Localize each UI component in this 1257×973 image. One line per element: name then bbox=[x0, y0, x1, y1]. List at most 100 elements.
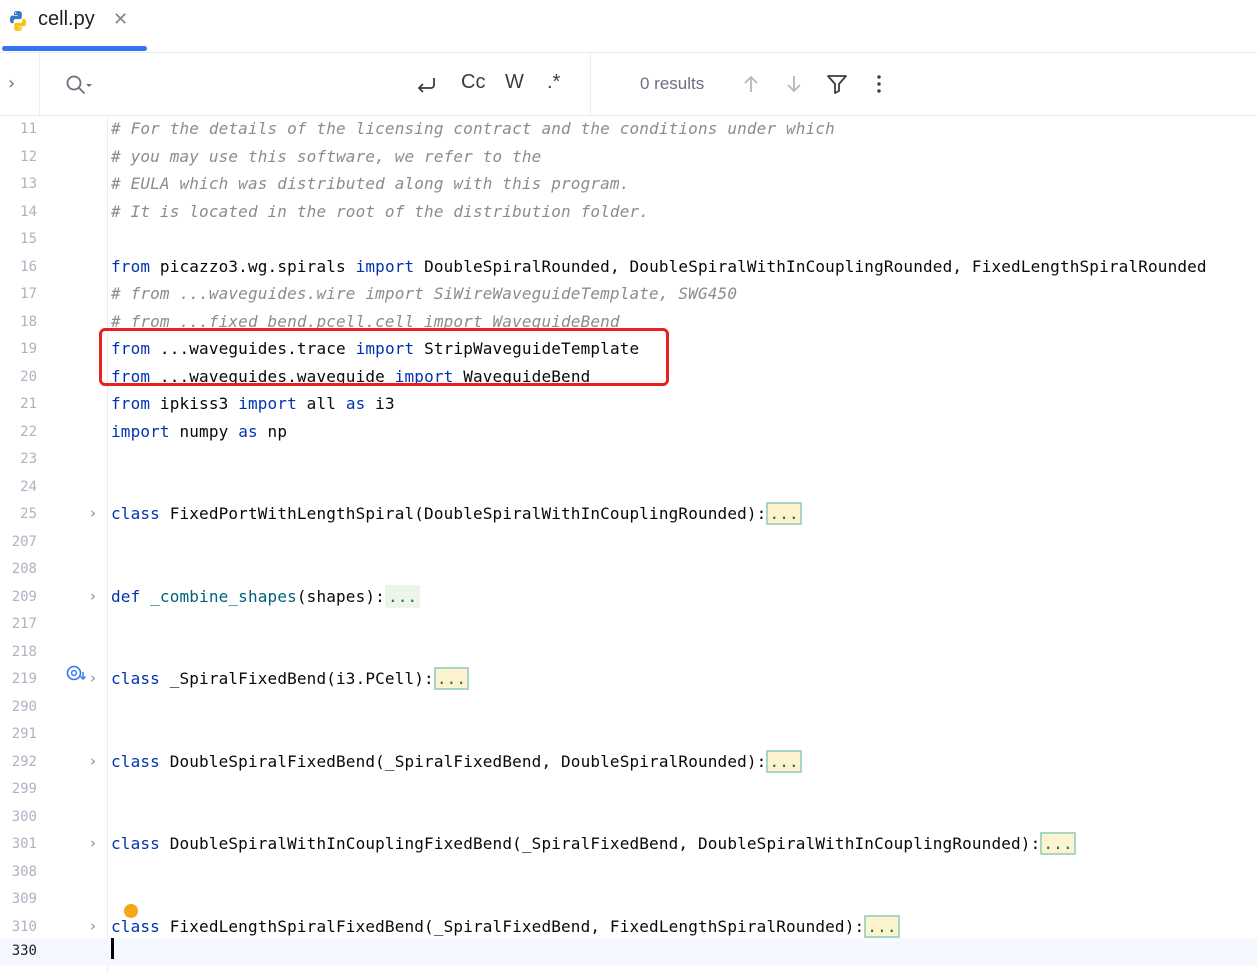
code-text: class FixedPortWithLengthSpiral(DoubleSp… bbox=[111, 502, 802, 525]
line-number: 21 bbox=[20, 396, 37, 412]
code-line[interactable]: 208 bbox=[0, 556, 1257, 584]
code-line[interactable]: 209 › def _combine_shapes(shapes):... bbox=[0, 584, 1257, 612]
find-bar: › Cc W .* 0 results bbox=[0, 53, 1257, 116]
code-line[interactable]: 301 › class DoubleSpiralWithInCouplingFi… bbox=[0, 831, 1257, 859]
search-results-count: 0 results bbox=[640, 74, 705, 93]
code-line[interactable]: 25 › class FixedPortWithLengthSpiral(Dou… bbox=[0, 501, 1257, 529]
code-editor[interactable]: 11 # For the details of the licensing co… bbox=[0, 116, 1257, 973]
line-number: 301 bbox=[11, 836, 37, 852]
search-input[interactable] bbox=[100, 69, 404, 101]
next-occurrence-arrow-down-icon[interactable] bbox=[782, 72, 806, 96]
code-text: # It is located in the root of the distr… bbox=[111, 201, 650, 221]
search-history-icon[interactable] bbox=[64, 73, 96, 97]
folded-region[interactable]: ... bbox=[1040, 832, 1076, 855]
code-text: def _combine_shapes(shapes):... bbox=[111, 584, 421, 608]
tab-title: cell.py bbox=[38, 8, 95, 30]
expand-replace-chevron-icon[interactable]: › bbox=[8, 73, 15, 94]
code-line[interactable]: 16 from picazzo3.wg.spirals import Doubl… bbox=[0, 254, 1257, 282]
fold-chevron-icon[interactable]: › bbox=[90, 752, 96, 770]
code-line[interactable]: 308 bbox=[0, 859, 1257, 887]
line-number: 308 bbox=[11, 863, 37, 880]
line-number: 207 bbox=[11, 533, 37, 550]
line-number: 14 bbox=[20, 203, 37, 220]
code-line[interactable]: 11 # For the details of the licensing co… bbox=[0, 116, 1257, 144]
code-line[interactable]: 290 bbox=[0, 694, 1257, 722]
intention-bulb-icon[interactable] bbox=[124, 904, 138, 918]
red-annotation-box bbox=[99, 328, 669, 386]
is-subclassed-icon[interactable] bbox=[66, 664, 88, 684]
code-line[interactable]: 300 bbox=[0, 804, 1257, 832]
line-number: 11 bbox=[20, 121, 37, 137]
code-line[interactable]: 217 bbox=[0, 611, 1257, 639]
code-line[interactable]: 24 bbox=[0, 474, 1257, 502]
fold-chevron-icon[interactable]: › bbox=[90, 834, 96, 852]
folded-region[interactable]: ... bbox=[384, 584, 421, 608]
line-number: 292 bbox=[11, 753, 37, 770]
match-case-toggle[interactable]: Cc bbox=[461, 71, 485, 94]
code-text: # you may use this software, we refer to… bbox=[111, 146, 542, 166]
code-line[interactable]: 13 # EULA which was distributed along wi… bbox=[0, 171, 1257, 199]
fold-chevron-icon[interactable]: › bbox=[90, 917, 96, 935]
line-number: 208 bbox=[11, 561, 37, 577]
divider bbox=[39, 53, 40, 115]
code-text: from picazzo3.wg.spirals import DoubleSp… bbox=[111, 256, 1207, 276]
code-line[interactable]: 14 # It is located in the root of the di… bbox=[0, 199, 1257, 227]
code-line[interactable]: 218 bbox=[0, 639, 1257, 667]
line-number: 330 bbox=[11, 943, 37, 959]
code-text: from ipkiss3 import all as i3 bbox=[111, 394, 395, 413]
line-number: 22 bbox=[20, 423, 37, 440]
line-number: 19 bbox=[20, 341, 37, 357]
divider bbox=[590, 53, 591, 115]
whole-words-toggle[interactable]: W bbox=[505, 71, 524, 94]
line-number: 15 bbox=[20, 231, 37, 247]
line-number: 24 bbox=[20, 478, 37, 495]
line-number: 218 bbox=[11, 643, 37, 660]
line-number: 17 bbox=[20, 286, 37, 302]
code-line[interactable]: 21 from ipkiss3 import all as i3 bbox=[0, 391, 1257, 419]
line-number: 217 bbox=[11, 616, 37, 632]
code-line[interactable]: 17 # from ...waveguides.wire import SiWi… bbox=[0, 281, 1257, 309]
close-tab-icon[interactable]: ✕ bbox=[113, 9, 128, 30]
code-line[interactable]: 310 › class FixedLengthSpiralFixedBend(_… bbox=[0, 914, 1257, 942]
code-line[interactable]: 22 import numpy as np bbox=[0, 419, 1257, 447]
code-line[interactable]: 291 bbox=[0, 721, 1257, 749]
code-line[interactable]: 292 › class DoubleSpiralFixedBend(_Spira… bbox=[0, 749, 1257, 777]
current-code-line[interactable]: 330 bbox=[0, 938, 1257, 966]
line-number: 290 bbox=[11, 698, 37, 715]
folded-region[interactable]: ... bbox=[433, 667, 470, 690]
code-line[interactable]: 299 bbox=[0, 776, 1257, 804]
previous-occurrence-arrow-up-icon[interactable] bbox=[739, 72, 763, 96]
line-number: 299 bbox=[11, 781, 37, 797]
code-text: # from ...waveguides.wire import SiWireW… bbox=[111, 284, 738, 303]
line-number: 12 bbox=[20, 148, 37, 165]
folded-region[interactable]: ... bbox=[766, 749, 802, 773]
code-line[interactable]: 12 # you may use this software, we refer… bbox=[0, 144, 1257, 172]
code-line[interactable]: 15 bbox=[0, 226, 1257, 254]
fold-chevron-icon[interactable]: › bbox=[90, 504, 96, 522]
folded-region[interactable]: ... bbox=[864, 914, 900, 938]
python-file-icon bbox=[9, 11, 27, 31]
fold-chevron-icon[interactable]: › bbox=[90, 587, 96, 605]
filter-icon[interactable] bbox=[825, 72, 849, 96]
code-text: class _SpiralFixedBend(i3.PCell):... bbox=[111, 667, 470, 690]
line-number: 25 bbox=[20, 506, 37, 522]
line-number: 309 bbox=[11, 891, 37, 907]
tab-cell-py[interactable]: cell.py ✕ bbox=[0, 0, 147, 52]
fold-chevron-icon[interactable]: › bbox=[90, 669, 96, 687]
code-text: # For the details of the licensing contr… bbox=[111, 119, 835, 138]
folded-region[interactable]: ... bbox=[766, 502, 802, 525]
code-text: import numpy as np bbox=[111, 421, 288, 441]
code-line[interactable]: 219 › class _SpiralFixedBend(i3.PCell):.… bbox=[0, 666, 1257, 694]
line-number: 219 bbox=[11, 671, 37, 687]
regex-toggle[interactable]: .* bbox=[547, 71, 560, 94]
code-line[interactable]: 23 bbox=[0, 446, 1257, 474]
line-number: 18 bbox=[20, 313, 37, 330]
code-line[interactable]: 207 bbox=[0, 529, 1257, 557]
code-text: class FixedLengthSpiralFixedBend(_Spiral… bbox=[111, 914, 900, 938]
more-options-icon[interactable] bbox=[867, 72, 891, 96]
preserve-case-icon[interactable] bbox=[414, 72, 438, 96]
line-number: 13 bbox=[20, 176, 37, 192]
code-text: # EULA which was distributed along with … bbox=[111, 174, 630, 193]
active-tab-indicator bbox=[2, 46, 147, 51]
code-line[interactable]: 309 bbox=[0, 886, 1257, 914]
